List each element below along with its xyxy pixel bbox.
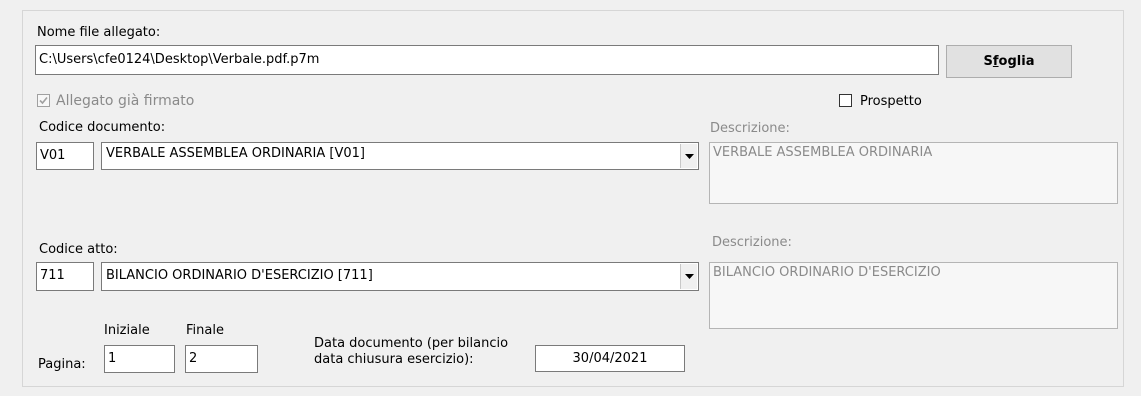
signed-checkbox[interactable] — [37, 94, 50, 107]
file-path-input[interactable]: C:\Users\cfe0124\Desktop\Verbale.pdf.p7m — [35, 45, 939, 75]
browse-label-suffix: oglia — [998, 54, 1035, 69]
signed-label: Allegato già firmato — [56, 93, 195, 109]
document-code-input[interactable]: V01 — [36, 142, 94, 170]
chevron-down-icon — [684, 153, 694, 159]
act-type-dropdown-button[interactable] — [680, 264, 697, 289]
chevron-down-icon — [684, 274, 694, 279]
act-type-value: BILANCIO ORDINARIO D'ESERCIZIO [711] — [106, 268, 373, 283]
act-description-field: BILANCIO ORDINARIO D'ESERCIZIO — [709, 262, 1118, 329]
prospetto-checkbox[interactable] — [839, 94, 852, 107]
document-type-dropdown-button[interactable] — [680, 144, 697, 168]
document-description-label: Descrizione: — [710, 121, 790, 136]
end-page-label: Finale — [186, 323, 224, 338]
browse-label-prefix: S — [983, 54, 993, 69]
document-date-label-line1: Data documento (per bilancio — [314, 336, 509, 351]
document-type-select[interactable]: VERBALE ASSEMBLEA ORDINARIA [V01] — [101, 142, 699, 170]
end-page-input[interactable]: 2 — [185, 345, 258, 373]
act-type-select[interactable]: BILANCIO ORDINARIO D'ESERCIZIO [711] — [101, 262, 699, 291]
prospetto-label: Prospetto — [860, 94, 922, 109]
document-date-label-line2: data chiusura esercizio): — [314, 352, 474, 367]
browse-button[interactable]: Sf oglia — [946, 45, 1072, 78]
document-date-input[interactable]: 30/04/2021 — [535, 345, 685, 372]
start-page-input[interactable]: 1 — [104, 345, 175, 373]
document-code-label: Codice documento: — [39, 120, 166, 135]
act-code-input[interactable]: 711 — [36, 262, 94, 291]
document-type-value: VERBALE ASSEMBLEA ORDINARIA [V01] — [106, 146, 365, 161]
file-name-label: Nome file allegato: — [37, 25, 161, 40]
start-page-label: Iniziale — [104, 323, 150, 338]
act-code-label: Codice atto: — [39, 242, 118, 257]
check-icon — [39, 96, 48, 105]
act-description-label: Descrizione: — [712, 235, 792, 250]
document-description-field: VERBALE ASSEMBLEA ORDINARIA — [709, 142, 1118, 204]
page-label: Pagina: — [38, 357, 86, 372]
